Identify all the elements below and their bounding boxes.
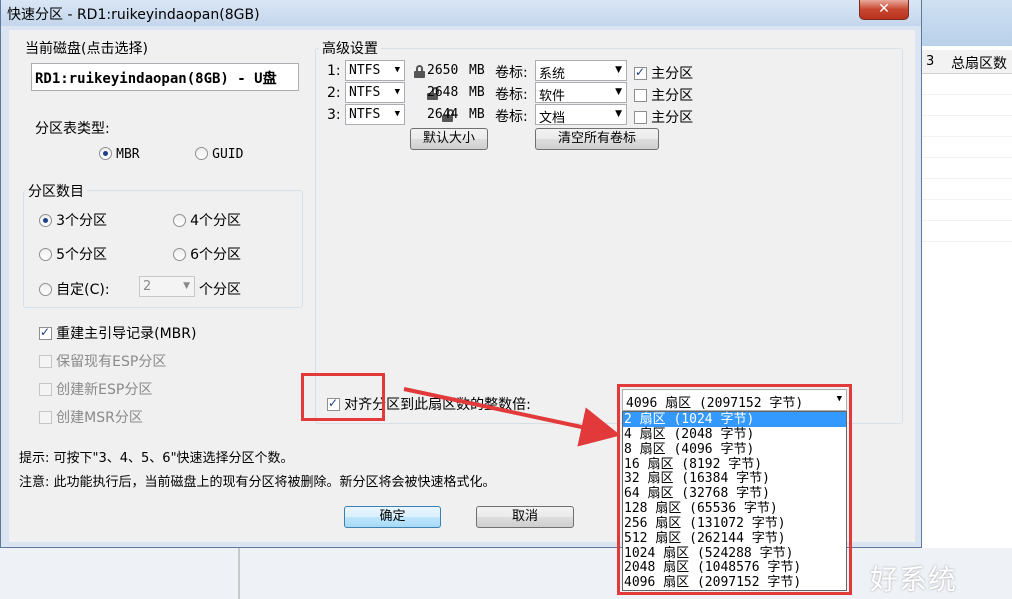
watermark-logo: 好系统 (870, 563, 958, 596)
arrow-line (403, 387, 621, 447)
annotation-arrow (403, 387, 621, 447)
